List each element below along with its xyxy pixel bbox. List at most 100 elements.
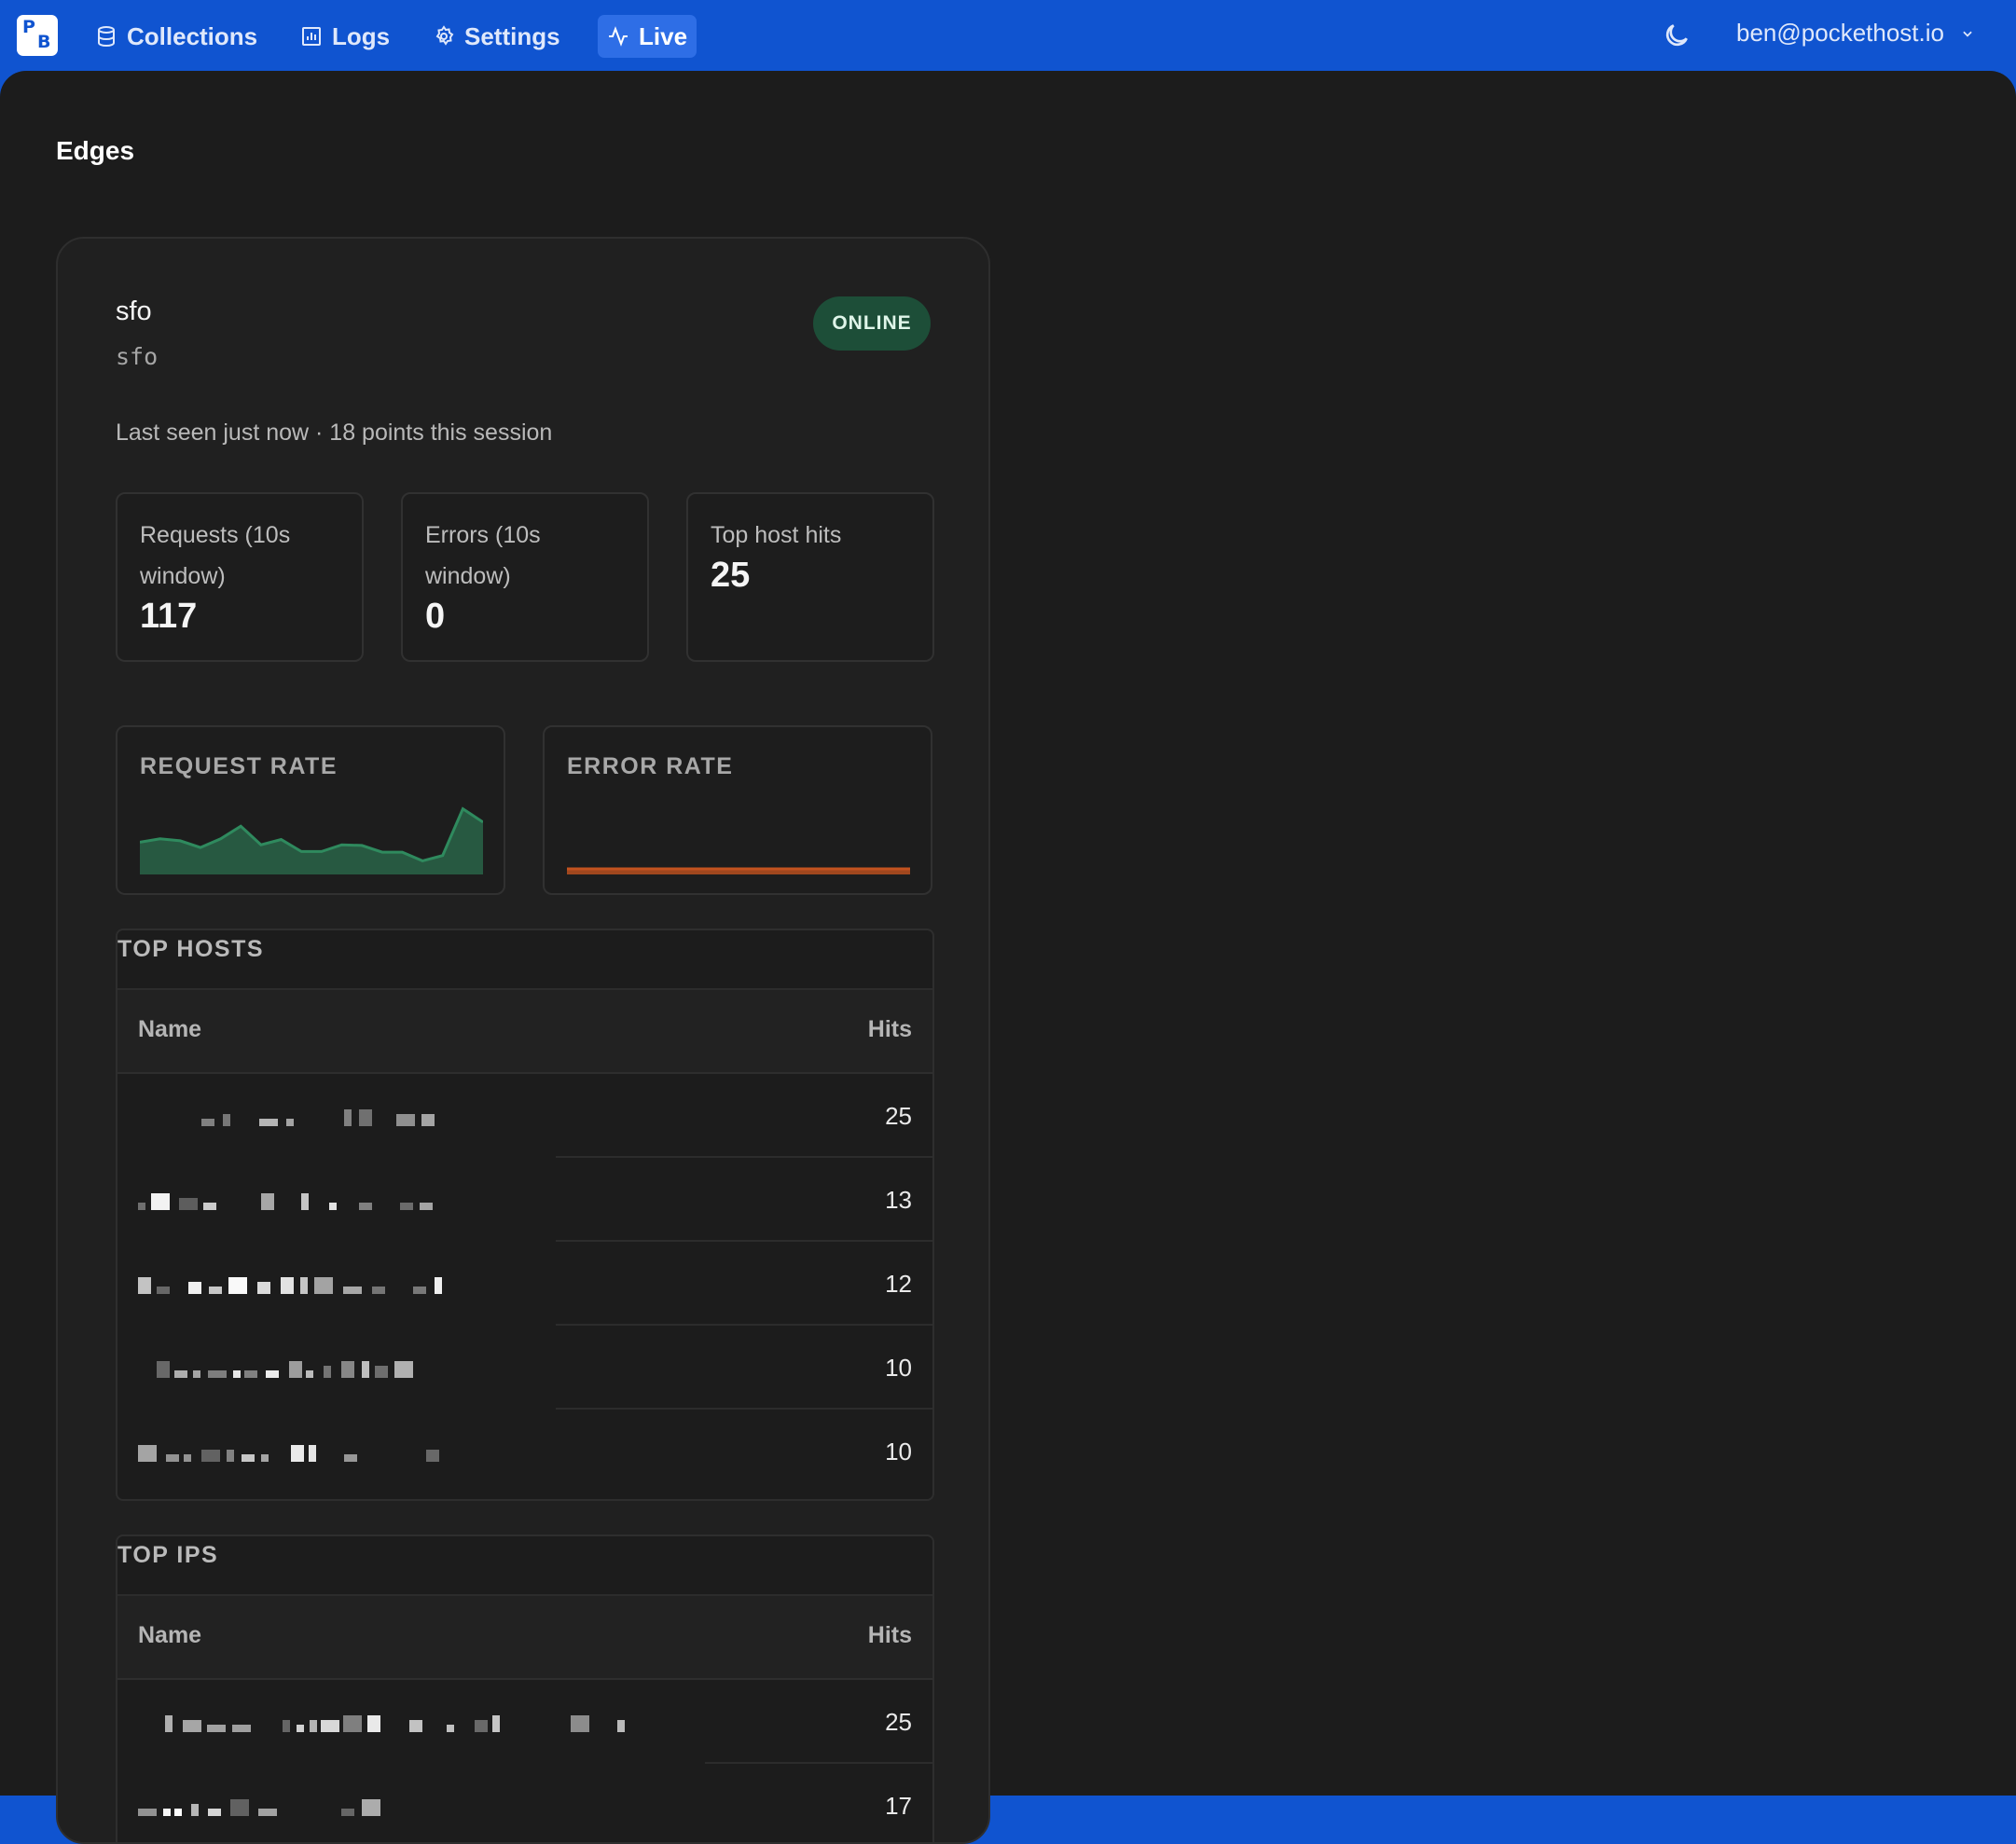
redaction-block bbox=[343, 1287, 362, 1294]
redaction-block bbox=[266, 1370, 279, 1378]
column-name: Name bbox=[138, 1016, 202, 1042]
redaction-block bbox=[362, 1361, 369, 1378]
redaction-block bbox=[571, 1715, 589, 1732]
redaction-block bbox=[188, 1282, 201, 1294]
top-hosts-table-header: Name Hits bbox=[117, 990, 932, 1074]
nav-live[interactable]: Live bbox=[598, 15, 697, 58]
redaction-block bbox=[138, 1277, 151, 1294]
redaction-block bbox=[289, 1361, 302, 1378]
redaction-block bbox=[157, 1287, 170, 1294]
status-badge: ONLINE bbox=[813, 296, 931, 351]
redacted-host-name bbox=[201, 1109, 435, 1126]
gear-icon bbox=[435, 25, 454, 46]
redaction-block bbox=[341, 1361, 354, 1378]
redaction-block bbox=[306, 1370, 313, 1378]
column-name: Name bbox=[138, 1622, 202, 1648]
top-navigation-bar: P B Collections Logs Settings Live ben@p… bbox=[0, 0, 2016, 71]
redaction-block bbox=[165, 1715, 173, 1732]
redaction-block bbox=[301, 1193, 309, 1210]
redaction-block bbox=[343, 1715, 362, 1732]
redacted-host-name bbox=[138, 1445, 439, 1462]
redaction-block bbox=[400, 1203, 413, 1210]
request-rate-label: REQUEST RATE bbox=[140, 753, 338, 779]
redaction-block bbox=[283, 1720, 290, 1732]
redaction-block bbox=[447, 1725, 454, 1732]
stat-requests-value: 117 bbox=[140, 597, 198, 636]
table-row: 10 bbox=[117, 1326, 932, 1410]
redaction-block bbox=[223, 1114, 230, 1126]
row-hits: 25 bbox=[885, 1102, 912, 1130]
moon-icon[interactable] bbox=[1662, 21, 1692, 50]
page-title: Edges bbox=[56, 136, 135, 165]
redaction-block bbox=[151, 1193, 170, 1210]
redaction-block bbox=[344, 1454, 357, 1462]
redaction-block bbox=[324, 1366, 331, 1378]
redaction-block bbox=[203, 1203, 216, 1210]
error-rate-label: ERROR RATE bbox=[567, 753, 734, 779]
pocketbase-logo[interactable]: P B bbox=[17, 15, 58, 56]
row-hits: 10 bbox=[885, 1354, 912, 1382]
redaction-block bbox=[261, 1454, 269, 1462]
redaction-block bbox=[492, 1715, 500, 1732]
redacted-ip-address bbox=[165, 1715, 625, 1732]
redaction-block bbox=[281, 1277, 294, 1294]
top-ips-section: TOP IPS Name Hits 25 17 bbox=[116, 1534, 934, 1842]
redaction-block bbox=[475, 1720, 488, 1732]
table-row: 13 bbox=[117, 1158, 932, 1242]
redacted-host-name bbox=[138, 1193, 433, 1210]
redaction-block bbox=[300, 1277, 308, 1294]
redaction-block bbox=[329, 1203, 337, 1210]
redacted-host-name bbox=[157, 1361, 413, 1378]
stat-errors-label: Errors (10s window) bbox=[425, 522, 541, 589]
stat-errors: Errors (10s window) 0 bbox=[401, 492, 649, 662]
redaction-block bbox=[138, 1203, 145, 1210]
error-rate-sparkline bbox=[567, 867, 910, 874]
redaction-block bbox=[138, 1809, 157, 1816]
nav-settings[interactable]: Settings bbox=[423, 15, 570, 58]
request-rate-sparkline bbox=[140, 806, 483, 874]
redaction-block bbox=[297, 1725, 304, 1732]
redaction-block bbox=[261, 1193, 274, 1210]
nav-collections[interactable]: Collections bbox=[86, 15, 267, 58]
top-ips-title: TOP IPS bbox=[117, 1542, 219, 1568]
nav-logs-label: Logs bbox=[332, 21, 391, 50]
redaction-block bbox=[244, 1370, 257, 1378]
redaction-block bbox=[258, 1809, 277, 1816]
redaction-block bbox=[191, 1804, 199, 1816]
redaction-block bbox=[367, 1715, 380, 1732]
row-hits: 10 bbox=[885, 1438, 912, 1466]
edge-card: sfo sfo ONLINE Last seen just now · 18 p… bbox=[56, 237, 990, 1844]
row-hits: 25 bbox=[885, 1708, 912, 1736]
nav-live-label: Live bbox=[639, 21, 688, 50]
error-rate-panel: ERROR RATE bbox=[543, 725, 932, 895]
redaction-block bbox=[394, 1361, 413, 1378]
redacted-host-name bbox=[138, 1277, 442, 1294]
stat-top-host-hits-label: Top host hits bbox=[711, 522, 842, 548]
redaction-block bbox=[310, 1720, 317, 1732]
redaction-block bbox=[208, 1809, 221, 1816]
table-row: 25 bbox=[117, 1680, 932, 1764]
redaction-block bbox=[359, 1203, 372, 1210]
redaction-block bbox=[242, 1454, 255, 1462]
redaction-block bbox=[435, 1277, 442, 1294]
row-hits: 13 bbox=[885, 1186, 912, 1214]
redaction-block bbox=[426, 1450, 439, 1462]
table-row: 10 bbox=[117, 1410, 932, 1493]
redaction-block bbox=[184, 1454, 191, 1462]
row-hits: 17 bbox=[885, 1792, 912, 1820]
redaction-block bbox=[257, 1282, 270, 1294]
redaction-block bbox=[291, 1445, 304, 1462]
logo-letter-b: B bbox=[37, 32, 51, 52]
redaction-block bbox=[409, 1720, 422, 1732]
redaction-block bbox=[420, 1203, 433, 1210]
redaction-block bbox=[372, 1287, 385, 1294]
redaction-block bbox=[359, 1109, 372, 1126]
request-rate-area bbox=[140, 808, 483, 874]
user-menu[interactable]: ben@pockethost.io bbox=[1736, 19, 1974, 48]
nav-logs[interactable]: Logs bbox=[291, 15, 399, 58]
chevron-down-icon bbox=[1963, 31, 1972, 37]
redaction-block bbox=[396, 1114, 415, 1126]
redaction-block bbox=[321, 1720, 339, 1732]
main-content: Edges sfo sfo ONLINE Last seen just now … bbox=[0, 71, 2016, 1844]
top-hosts-section: TOP HOSTS Name Hits 25 13 12 10 10 bbox=[116, 929, 934, 1501]
